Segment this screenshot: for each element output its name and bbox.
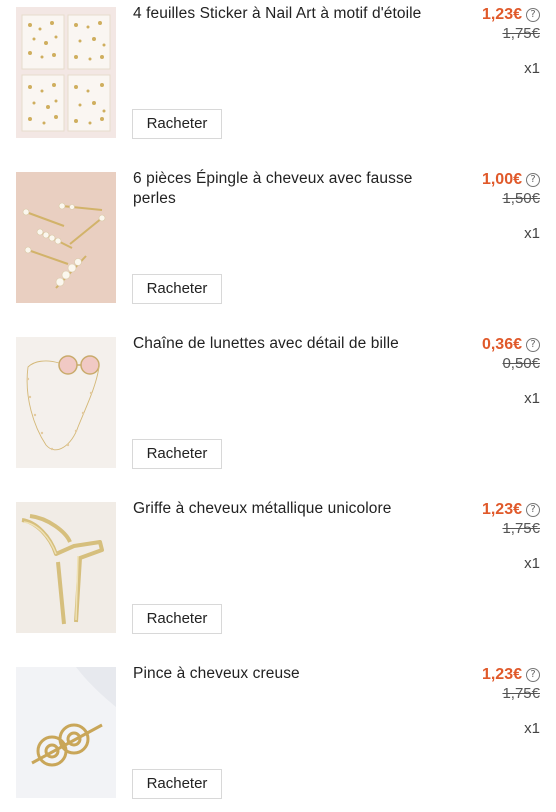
question-icon[interactable]: ? — [526, 338, 540, 352]
original-price: 1,75€ — [502, 520, 540, 537]
product-image-hair-clip[interactable] — [16, 667, 116, 798]
hollow-hair-clip-icon — [16, 667, 116, 798]
question-icon[interactable]: ? — [526, 8, 540, 22]
order-item-list: 4 feuilles Sticker à Nail Art à motif d'… — [0, 0, 556, 812]
rebuy-button[interactable]: Racheter — [132, 274, 222, 304]
question-icon[interactable]: ? — [526, 173, 540, 187]
product-image-pearl-pins[interactable] — [16, 172, 116, 303]
question-icon[interactable]: ? — [526, 503, 540, 517]
product-title[interactable]: Griffe à cheveux métallique unicolore — [133, 499, 433, 519]
current-price: 0,36€ — [481, 336, 522, 353]
order-item: Pince à cheveux creuse 1,23€ ? 1,75€ x1 … — [0, 660, 556, 812]
order-item: 6 pièces Épingle à cheveux avec fausse p… — [0, 165, 556, 330]
order-item: Chaîne de lunettes avec détail de bille … — [0, 330, 556, 495]
product-title[interactable]: 4 feuilles Sticker à Nail Art à motif d'… — [133, 4, 433, 24]
current-price: 1,23€ — [481, 666, 522, 683]
rebuy-button[interactable]: Racheter — [132, 109, 222, 139]
metal-hair-claw-icon — [16, 502, 116, 633]
order-item: Griffe à cheveux métallique unicolore 1,… — [0, 495, 556, 660]
current-price: 1,00€ — [481, 171, 522, 188]
quantity: x1 — [524, 225, 540, 242]
price-block: 0,36€ ? 0,50€ — [430, 334, 540, 374]
order-item: 4 feuilles Sticker à Nail Art à motif d'… — [0, 0, 556, 165]
original-price: 0,50€ — [502, 355, 540, 372]
price-block: 1,00€ ? 1,50€ — [430, 169, 540, 209]
question-icon[interactable]: ? — [526, 668, 540, 682]
quantity: x1 — [524, 60, 540, 77]
current-price: 1,23€ — [481, 6, 522, 23]
product-image-nail-stickers[interactable] — [16, 7, 116, 138]
original-price: 1,50€ — [502, 190, 540, 207]
rebuy-button[interactable]: Racheter — [132, 439, 222, 469]
price-block: 1,23€ ? 1,75€ — [430, 499, 540, 539]
nail-sticker-sheets-icon — [16, 7, 116, 138]
product-image-glasses-chain[interactable] — [16, 337, 116, 468]
product-title[interactable]: 6 pièces Épingle à cheveux avec fausse p… — [133, 169, 433, 209]
glasses-chain-icon — [16, 337, 116, 468]
price-block: 1,23€ ? 1,75€ — [430, 4, 540, 44]
quantity: x1 — [524, 390, 540, 407]
product-image-hair-claw[interactable] — [16, 502, 116, 633]
current-price: 1,23€ — [481, 501, 522, 518]
rebuy-button[interactable]: Racheter — [132, 769, 222, 799]
product-title[interactable]: Chaîne de lunettes avec détail de bille — [133, 334, 433, 354]
product-title[interactable]: Pince à cheveux creuse — [133, 664, 433, 684]
original-price: 1,75€ — [502, 25, 540, 42]
original-price: 1,75€ — [502, 685, 540, 702]
quantity: x1 — [524, 555, 540, 572]
pearl-hair-pins-icon — [16, 172, 116, 303]
rebuy-button[interactable]: Racheter — [132, 604, 222, 634]
quantity: x1 — [524, 720, 540, 737]
price-block: 1,23€ ? 1,75€ — [430, 664, 540, 704]
